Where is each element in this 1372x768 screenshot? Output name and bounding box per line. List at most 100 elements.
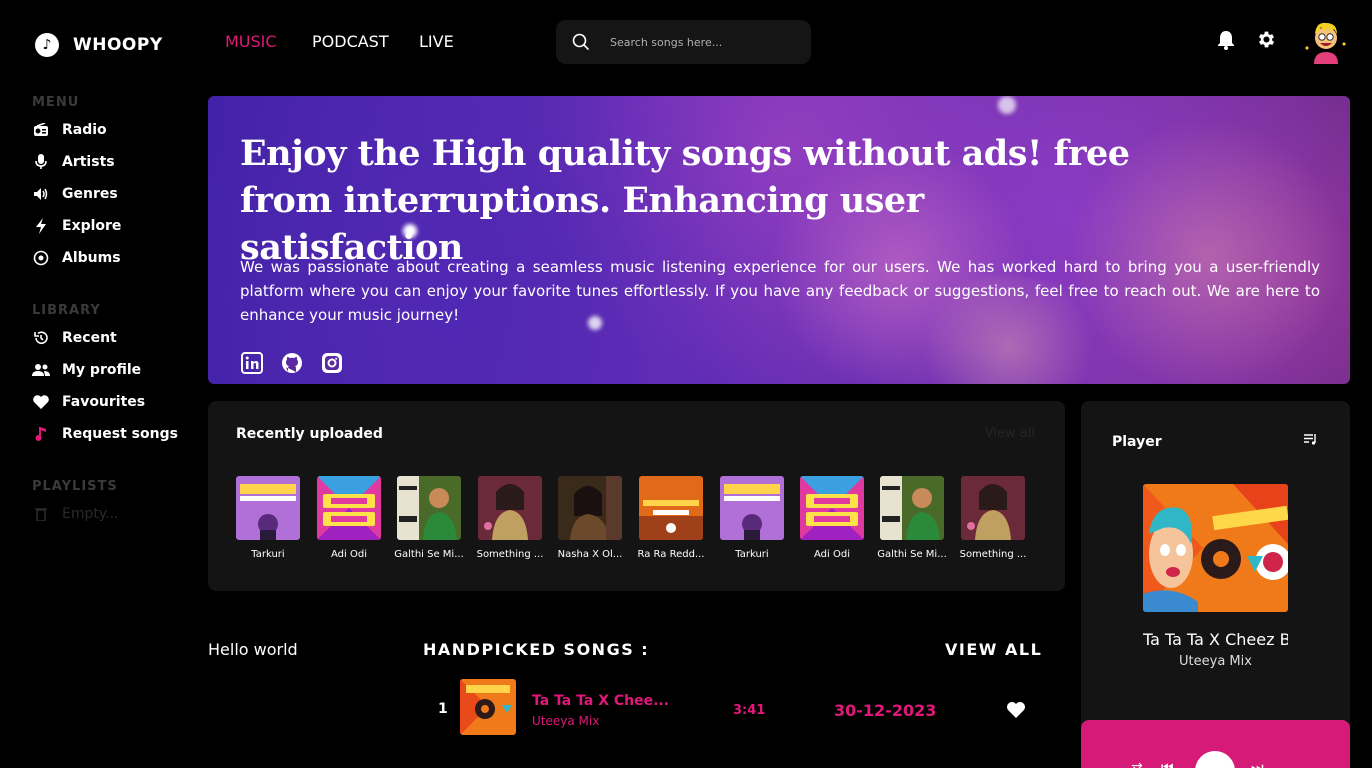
previous-icon[interactable]: ⏮ — [1161, 760, 1174, 768]
album-caption: Something ... — [959, 549, 1027, 560]
speaker-icon — [32, 185, 50, 203]
bolt-icon — [32, 217, 50, 235]
playlists-section-title: PLAYLISTS — [32, 479, 118, 494]
album-caption: Tarkuri — [735, 549, 769, 560]
recently-uploaded-panel: Recently uploaded View all Tarkuri Adi Od… — [208, 401, 1065, 591]
library-section-title: LIBRARY — [32, 303, 101, 318]
album-caption: Adi Odi — [814, 549, 850, 560]
song-date: 30-12-2023 — [834, 701, 937, 720]
sidebar-item-recent[interactable]: Recent — [32, 329, 117, 347]
radio-icon — [32, 121, 50, 139]
search-bar — [556, 20, 811, 64]
view-all-link[interactable]: View all — [985, 426, 1035, 441]
tab-podcast[interactable]: PODCAST — [312, 32, 389, 51]
list-item[interactable]: Nasha X Ol... — [558, 476, 622, 560]
sidebar-item-genres[interactable]: Genres — [32, 185, 118, 203]
search-icon — [572, 33, 590, 51]
heart-icon[interactable] — [1006, 701, 1026, 719]
trash-icon — [32, 505, 50, 523]
handpicked-title: HANDPICKED SONGS : — [423, 640, 650, 659]
list-item[interactable]: Adi Odi — [317, 476, 381, 560]
sidebar-item-label: Request songs — [62, 426, 178, 442]
album-cover — [236, 476, 300, 540]
menu-section-title: MENU — [32, 95, 80, 110]
album-caption: Tarkuri — [251, 549, 285, 560]
brand-name: WHOOPY — [73, 35, 163, 55]
list-item[interactable]: Tarkuri — [236, 476, 300, 560]
player-controls: ⇄ ⏮ ⏭ — [1081, 720, 1350, 768]
album-caption: Ra Ra Redd... — [637, 549, 705, 560]
album-caption: Galthi Se Mi... — [394, 549, 464, 560]
gear-icon[interactable] — [1256, 29, 1277, 54]
album-cover — [720, 476, 784, 540]
sidebar-item-favourites[interactable]: Favourites — [32, 393, 145, 411]
sidebar-item-label: Radio — [62, 122, 107, 138]
sidebar-item-label: Favourites — [62, 394, 146, 410]
song-duration: 3:41 — [733, 703, 766, 718]
player-panel: Player Ta Ta Ta X Cheez B Uteeya Mix ⇄ ⏮… — [1081, 401, 1350, 768]
sidebar-item-my-profile[interactable]: My profile — [32, 361, 141, 379]
album-cover — [317, 476, 381, 540]
song-number: 1 — [438, 701, 448, 717]
album-caption: Nasha X Ol... — [557, 549, 623, 560]
list-item[interactable]: Ra Ra Redd... — [638, 476, 704, 560]
sidebar-item-artists[interactable]: Artists — [32, 153, 115, 171]
app-root: ♪ WHOOPY MENU Radio Artists Genres Explo… — [0, 0, 1372, 768]
now-playing-cover — [1143, 484, 1288, 612]
list-item[interactable]: Something ... — [477, 476, 543, 560]
users-icon — [32, 361, 50, 379]
song-cover — [460, 679, 516, 735]
list-item[interactable]: Galthi Se Mi... — [877, 476, 947, 560]
brand[interactable]: ♪ WHOOPY — [35, 33, 163, 57]
music-logo-icon: ♪ — [35, 33, 59, 57]
recently-uploaded-title: Recently uploaded — [236, 426, 383, 442]
hero-headline: Enjoy the High quality songs without ads… — [240, 133, 1130, 268]
tab-live[interactable]: LIVE — [419, 32, 454, 51]
sidebar-item-request-songs[interactable]: Request songs — [32, 425, 178, 443]
list-item[interactable]: Tarkuri — [720, 476, 784, 560]
next-icon[interactable]: ⏭ — [1251, 760, 1264, 768]
play-button[interactable] — [1195, 751, 1235, 768]
sidebar-item-explore[interactable]: Explore — [32, 217, 121, 235]
sidebar-item-label: My profile — [62, 362, 142, 378]
album-cover — [397, 476, 461, 540]
heart-icon — [32, 393, 50, 411]
list-item[interactable]: Galthi Se Mi... — [394, 476, 464, 560]
search-input[interactable] — [610, 35, 790, 49]
sidebar-item-radio[interactable]: Radio — [32, 121, 107, 139]
album-cover — [478, 476, 542, 540]
queue-icon[interactable] — [1303, 431, 1319, 447]
now-playing-title: Ta Ta Ta X Cheez B — [1143, 630, 1288, 649]
album-cover — [800, 476, 864, 540]
album-cover — [639, 476, 703, 540]
social-links — [241, 352, 343, 374]
avatar[interactable] — [1304, 18, 1348, 64]
handpicked-view-all[interactable]: VIEW ALL — [945, 640, 1042, 659]
album-cover — [880, 476, 944, 540]
hero-body: We was passionate about creating a seaml… — [240, 258, 1320, 324]
instagram-icon[interactable] — [321, 352, 343, 374]
album-caption: Something ... — [476, 549, 544, 560]
sidebar-item-label: Explore — [62, 218, 122, 234]
tab-music[interactable]: MUSIC — [225, 32, 277, 51]
disc-icon — [32, 249, 50, 267]
sidebar-item-label: Albums — [62, 250, 121, 266]
now-playing-artist: Uteeya Mix — [1179, 654, 1252, 669]
hello-text: Hello world — [208, 640, 298, 659]
song-artist[interactable]: Uteeya Mix — [532, 714, 599, 728]
list-item[interactable]: Something ... — [960, 476, 1026, 560]
bell-icon[interactable] — [1217, 30, 1235, 54]
album-cover — [558, 476, 622, 540]
album-caption: Galthi Se Mi... — [877, 549, 947, 560]
table-row[interactable]: 1 Ta Ta Ta X Chee... Uteeya Mix 3:41 30-… — [430, 679, 1050, 735]
album-caption: Adi Odi — [331, 549, 367, 560]
github-icon[interactable] — [281, 352, 303, 374]
shuffle-icon[interactable]: ⇄ — [1131, 760, 1143, 768]
linkedin-icon[interactable] — [241, 352, 263, 374]
hero-banner: Enjoy the High quality songs without ads… — [208, 96, 1350, 384]
list-item[interactable]: Adi Odi — [800, 476, 864, 560]
song-title[interactable]: Ta Ta Ta X Chee... — [532, 693, 669, 709]
sidebar: ♪ WHOOPY MENU Radio Artists Genres Explo… — [0, 0, 200, 768]
sidebar-item-albums[interactable]: Albums — [32, 249, 121, 267]
player-title: Player — [1112, 434, 1162, 450]
